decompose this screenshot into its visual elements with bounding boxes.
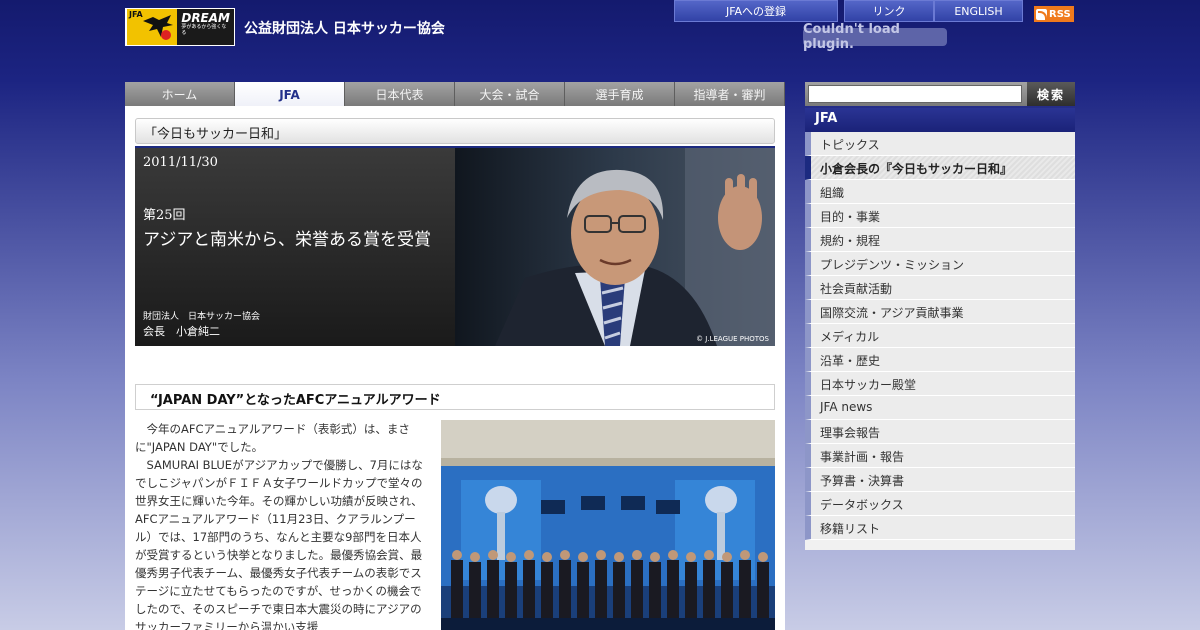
- sidebar-item-social-contribution[interactable]: 社会貢献活動: [805, 276, 1075, 300]
- side-menu-title: JFA: [805, 108, 1075, 132]
- logo-tagline: 夢があるから強くなる: [181, 24, 227, 36]
- tab-jfa[interactable]: JFA: [235, 82, 345, 108]
- sidebar-item-international[interactable]: 国際交流・アジア貢献事業: [805, 300, 1075, 324]
- article-paragraph: SAMURAI BLUEがアジアカップで優勝し、7月にはなでしこジャパンがＦＩＦ…: [135, 458, 423, 630]
- jfa-emblem-icon: JFA: [127, 9, 178, 45]
- sidebar-item-president-column[interactable]: 小倉会長の『今日もサッカー日和』: [805, 156, 1075, 180]
- rss-button[interactable]: RSS: [1034, 6, 1074, 22]
- register-link[interactable]: JFAへの登録: [674, 0, 838, 22]
- section-title: 「今日もサッカー日和」: [135, 118, 775, 144]
- photo-credit: © J.LEAGUE PHOTOS: [696, 335, 769, 343]
- search-button[interactable]: 検索: [1027, 82, 1075, 106]
- hero-volume: 第25回: [143, 208, 186, 223]
- tab-youth-development[interactable]: 選手育成: [565, 82, 675, 106]
- org-name: 公益財団法人 日本サッカー協会: [244, 21, 445, 37]
- sidebar-item-business-plan[interactable]: 事業計画・報告: [805, 444, 1075, 468]
- main-content: 「今日もサッカー日和」 2011/11/30 第25回 アジアと南米から、栄誉あ…: [125, 106, 785, 630]
- english-link[interactable]: ENGLISH: [934, 0, 1023, 22]
- article-body: 今年のAFCアニュアルアワード（表彰式）は、まさに"JAPAN DAY"でした。…: [135, 420, 425, 630]
- sidebar-item-jfa-news[interactable]: JFA news: [805, 396, 1075, 420]
- sidebar-item-organization[interactable]: 組織: [805, 180, 1075, 204]
- links-link[interactable]: リンク: [844, 0, 934, 22]
- jfa-side-menu: JFA トピックス 小倉会長の『今日もサッカー日和』 組織 目的・事業 規約・規…: [805, 108, 1075, 550]
- sidebar-item-hall-of-fame[interactable]: 日本サッカー殿堂: [805, 372, 1075, 396]
- hero-date: 2011/11/30: [143, 155, 218, 170]
- tab-coaches-referees[interactable]: 指導者・審判: [675, 82, 785, 106]
- yatagarasu-icon: [143, 15, 173, 40]
- sidebar-item-regulations[interactable]: 規約・規程: [805, 228, 1075, 252]
- plugin-error-message: Couldn't load plugin.: [803, 22, 947, 52]
- article-paragraph: 今年のAFCアニュアルアワード（表彰式）は、まさに"JAPAN DAY"でした。: [135, 422, 410, 454]
- award-ceremony-photo: [441, 420, 775, 630]
- sidebar-item-budget[interactable]: 予算書・決算書: [805, 468, 1075, 492]
- jfa-logo[interactable]: JFA DREAM 夢があるから強くなる: [125, 8, 235, 46]
- sidebar-item-board-report[interactable]: 理事会報告: [805, 420, 1075, 444]
- tab-matches[interactable]: 大会・試合: [455, 82, 565, 106]
- search-input[interactable]: [808, 85, 1022, 103]
- sidebar-item-topics[interactable]: トピックス: [805, 132, 1075, 156]
- article-title: “JAPAN DAY”となったAFCアニュアルアワード: [135, 384, 775, 410]
- sidebar-item-medical[interactable]: メディカル: [805, 324, 1075, 348]
- sidebar-item-history[interactable]: 沿革・歴史: [805, 348, 1075, 372]
- site-search: 検索: [805, 82, 1075, 106]
- rss-label: RSS: [1049, 8, 1071, 20]
- main-nav: ホーム JFA 日本代表 大会・試合 選手育成 指導者・審判: [125, 82, 785, 108]
- logo-dream-text: DREAM: [181, 11, 230, 25]
- rss-icon: [1036, 8, 1047, 20]
- hero-title: アジアと南米から、栄誉ある賞を受賞: [143, 230, 431, 250]
- sidebar-item-presidents-mission[interactable]: プレジデンツ・ミッション: [805, 252, 1075, 276]
- sidebar-item-transfer-list[interactable]: 移籍リスト: [805, 516, 1075, 540]
- hero-banner: 2011/11/30 第25回 アジアと南米から、栄誉ある賞を受賞 財団法人 日…: [135, 146, 775, 346]
- sidebar-item-purpose[interactable]: 目的・事業: [805, 204, 1075, 228]
- president-photo: © J.LEAGUE PHOTOS: [455, 148, 775, 346]
- logo-dream: DREAM 夢があるから強くなる: [177, 9, 234, 45]
- hero-org: 財団法人 日本サッカー協会: [143, 312, 261, 322]
- tab-home[interactable]: ホーム: [125, 82, 235, 106]
- hero-text-panel: 2011/11/30 第25回 アジアと南米から、栄誉ある賞を受賞 財団法人 日…: [135, 148, 455, 346]
- tab-national-team[interactable]: 日本代表: [345, 82, 455, 106]
- sidebar-item-databox[interactable]: データボックス: [805, 492, 1075, 516]
- hero-person: 会長 小倉純二: [143, 325, 220, 338]
